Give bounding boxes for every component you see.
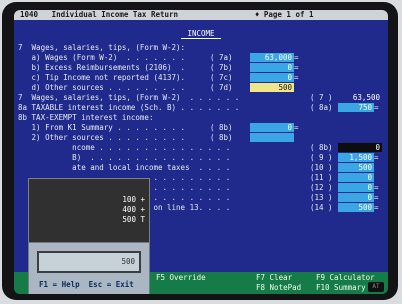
tape-line-3: 500 T [122, 215, 145, 224]
line-7-heading: 7 Wages, salaries, tips, (Form W-2): [18, 43, 186, 52]
line-8b-heading: 8b TAX-EXEMPT interest income: [18, 113, 154, 122]
line-8b1-label: 1) From K1 Summary . . . . . . . . [18, 123, 186, 132]
calculator-display[interactable]: 500 [37, 251, 141, 273]
fkey-f7-clear[interactable]: F7 Clear [256, 273, 292, 283]
line-8a-code: ( 8a) [310, 103, 333, 112]
line-11-code: (11 ) [310, 173, 333, 182]
line-9-mark: = [374, 153, 379, 162]
line-7c-value[interactable]: 0 [250, 73, 294, 82]
tape-line-1: 100 + [122, 195, 145, 204]
line-8a-label: 8a TAXABLE interest income (Sch. B) . . … [18, 103, 240, 112]
line-9-code: ( 9 ) [310, 153, 333, 162]
line-7d-code: ( 7d) [210, 83, 233, 92]
corner-badge: AT [368, 282, 384, 292]
line-7a-value[interactable]: 63,000 [250, 53, 294, 62]
line-12-mark: = [374, 183, 379, 192]
line-8a-mark: = [374, 103, 379, 112]
line-8b1-value[interactable]: 0 [250, 123, 294, 132]
line-7a-mark: = [294, 53, 299, 62]
line-7-total-value: 63,500 [352, 93, 380, 102]
line-10-label: ate and local income taxes . . . . [18, 163, 231, 172]
line-14-value[interactable]: 500 [338, 203, 374, 212]
line-8a-value[interactable]: 750 [338, 103, 374, 112]
line-7b-label: b) Excess Reimbursements (2106) . [18, 63, 186, 72]
fkey-f10-summary[interactable]: F10 Summary [316, 283, 366, 293]
line-7c-mark: = [294, 73, 299, 82]
line-7b-mark: = [294, 63, 299, 72]
line-7c-label: c) Tip Income not reported (4137). [18, 73, 186, 82]
fkey-f5-override[interactable]: F5 Override [156, 273, 206, 283]
fkey-f8-notepad[interactable]: F8 NotePad [256, 283, 301, 293]
line-13-value[interactable]: 0 [338, 193, 374, 202]
line-8b2-value[interactable] [250, 133, 294, 142]
line-9-label: B) . . . . . . . . . . . . . . . . [18, 153, 231, 162]
line-7d-label: d) Other sources . . . . . . . . . [18, 83, 186, 92]
line-7a-code: ( 7a) [210, 53, 233, 62]
line-8b-total-value: 0 [338, 143, 382, 152]
line-7d-value[interactable]: 500 [250, 83, 294, 92]
calculator-tape-window: 100 + 400 + 500 T [28, 178, 150, 244]
line-11-value[interactable]: 0 [338, 173, 374, 182]
section-heading: INCOME [14, 29, 388, 39]
line-8b1-code: ( 8b) [210, 123, 233, 132]
tax-screen: 1040 Individual Income Tax Return ♦ Page… [14, 10, 388, 294]
line-10-code: (10 ) [310, 163, 333, 172]
calculator-panel: 500 F1 = Help Esc = Exit [28, 242, 150, 294]
line-8b-total-code: ( 8b) [310, 143, 333, 152]
line-13-mark: = [374, 193, 379, 202]
line-7c-code: ( 7c) [210, 73, 233, 82]
line-13-code: (13 ) [310, 193, 333, 202]
line-10-value[interactable]: 500 [338, 163, 374, 172]
line-9-value[interactable]: 1,500 [338, 153, 374, 162]
line-12-value[interactable]: 0 [338, 183, 374, 192]
line-7-total-label: 7 Wages, salaries, tips, (Form W-2) . . … [18, 93, 240, 102]
line-7b-code: ( 7b) [210, 63, 233, 72]
line-8b-total-label: ncome . . . . . . . . . . . . . . . [18, 143, 231, 152]
line-8b2-code: ( 8b) [210, 133, 233, 142]
line-12-code: (12 ) [310, 183, 333, 192]
form-number: 1040 [20, 10, 39, 19]
line-7b-value[interactable]: 0 [250, 63, 294, 72]
fkey-f9-calculator[interactable]: F9 Calculator [316, 273, 375, 283]
line-8b1-mark: = [294, 123, 299, 132]
calculator-help-hint: F1 = Help Esc = Exit [39, 280, 134, 289]
page-indicator: ♦ Page 1 of 1 [254, 10, 314, 19]
title-bar: 1040 Individual Income Tax Return ♦ Page… [14, 10, 388, 20]
line-14-code: (14 ) [310, 203, 333, 212]
section-title: INCOME [181, 29, 221, 39]
line-8b2-label: 2) Other sources . . . . . . . . . [18, 133, 186, 142]
form-title: Individual Income Tax Return [51, 10, 179, 19]
tape-line-2: 400 + [122, 205, 145, 214]
line-14-mark: = [374, 203, 379, 212]
line-7-total-code: ( 7 ) [310, 93, 333, 102]
line-7a-label: a) Wages (Form W-2) . . . . . . . [18, 53, 186, 62]
